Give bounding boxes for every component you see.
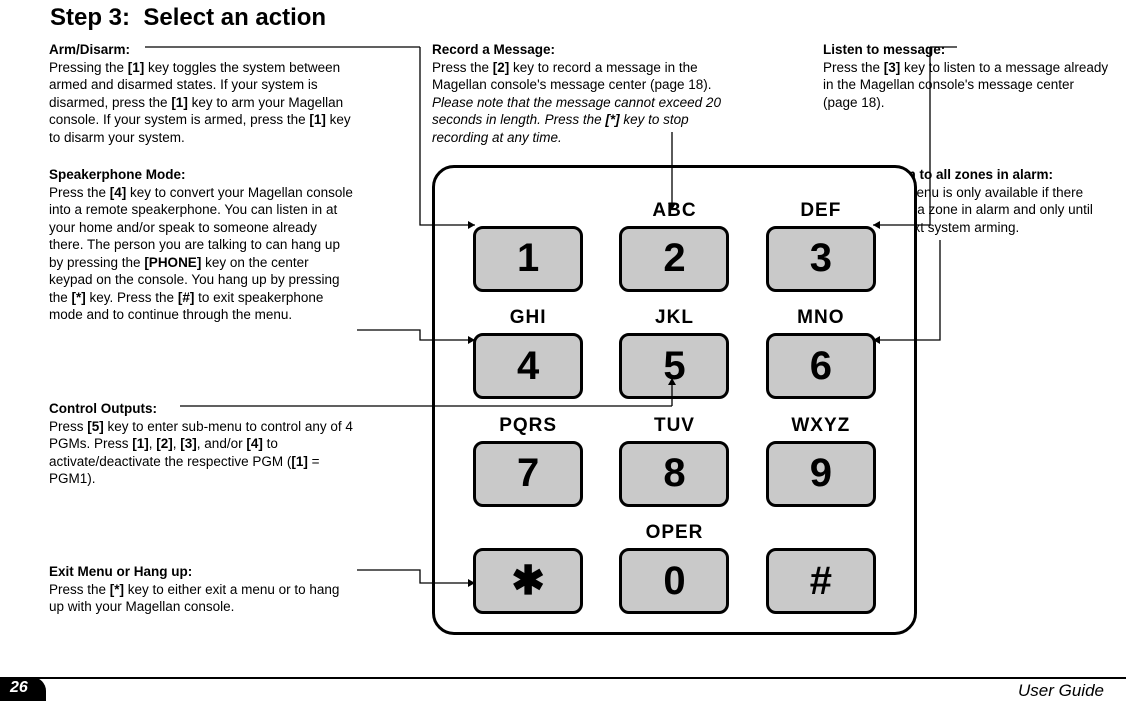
callout-body: Press the [3] key to listen to a message… bbox=[823, 60, 1108, 110]
key-hash[interactable]: # bbox=[766, 548, 876, 614]
key-3[interactable]: 3 bbox=[766, 226, 876, 292]
callout-heading: Record a Message: bbox=[432, 42, 555, 57]
key-8[interactable]: 8 bbox=[619, 441, 729, 507]
key-6[interactable]: 6 bbox=[766, 333, 876, 399]
footer-rule bbox=[0, 677, 1126, 679]
callout-body: Press the [4] key to convert your Magell… bbox=[49, 185, 353, 323]
callout-body: Press [5] key to enter sub-menu to contr… bbox=[49, 419, 353, 487]
key-star[interactable]: ✱ bbox=[473, 548, 583, 614]
callout-arm-disarm: Arm/Disarm: Pressing the [1] key toggles… bbox=[49, 41, 351, 146]
keypad-cell-4: GHI 4 bbox=[459, 300, 597, 400]
callout-listen-message: Listen to message: Press the [3] key to … bbox=[823, 41, 1109, 111]
callout-heading: Listen to message: bbox=[823, 42, 945, 57]
keypad-panel: 1 ABC 2 DEF 3 GHI 4 JKL 5 MNO 6 PQRS 7 T… bbox=[432, 165, 917, 635]
callout-heading: Speakerphone Mode: bbox=[49, 167, 186, 182]
callout-control-outputs: Control Outputs: Press [5] key to enter … bbox=[49, 400, 355, 488]
key-label: TUV bbox=[654, 415, 695, 437]
keypad-cell-7: PQRS 7 bbox=[459, 407, 597, 507]
callout-exit-menu: Exit Menu or Hang up: Press the [*] key … bbox=[49, 563, 355, 616]
key-9[interactable]: 9 bbox=[766, 441, 876, 507]
callout-body: Press the [*] key to either exit a menu … bbox=[49, 582, 339, 615]
keypad-cell-3: DEF 3 bbox=[752, 192, 890, 292]
keypad-cell-2: ABC 2 bbox=[605, 192, 743, 292]
keypad-cell-9: WXYZ 9 bbox=[752, 407, 890, 507]
key-5[interactable]: 5 bbox=[619, 333, 729, 399]
key-0[interactable]: 0 bbox=[619, 548, 729, 614]
key-label: WXYZ bbox=[791, 415, 850, 437]
page-number: 26 bbox=[0, 677, 46, 701]
callout-speakerphone: Speakerphone Mode: Press the [4] key to … bbox=[49, 166, 355, 324]
callout-heading: Arm/Disarm: bbox=[49, 42, 130, 57]
callout-body: Pressing the [1] key toggles the system … bbox=[49, 60, 351, 145]
keypad-cell-1: 1 bbox=[459, 192, 597, 292]
key-label: GHI bbox=[510, 307, 547, 329]
footer-label: User Guide bbox=[1018, 681, 1104, 701]
callout-body: Press the [2] key to record a message in… bbox=[432, 60, 721, 145]
callout-heading: Control Outputs: bbox=[49, 401, 157, 416]
callout-heading: Exit Menu or Hang up: bbox=[49, 564, 192, 579]
key-label: JKL bbox=[655, 307, 694, 329]
key-label: OPER bbox=[646, 522, 704, 544]
keypad-cell-8: TUV 8 bbox=[605, 407, 743, 507]
key-label: PQRS bbox=[499, 415, 557, 437]
callout-record-message: Record a Message: Press the [2] key to r… bbox=[432, 41, 735, 146]
key-label: MNO bbox=[797, 307, 844, 329]
key-4[interactable]: 4 bbox=[473, 333, 583, 399]
key-label: DEF bbox=[800, 200, 841, 222]
keypad-cell-hash: # bbox=[752, 515, 890, 615]
keypad-cell-star: ✱ bbox=[459, 515, 597, 615]
keypad-cell-6: MNO 6 bbox=[752, 300, 890, 400]
key-7[interactable]: 7 bbox=[473, 441, 583, 507]
key-label: ABC bbox=[652, 200, 696, 222]
keypad-grid: 1 ABC 2 DEF 3 GHI 4 JKL 5 MNO 6 PQRS 7 T… bbox=[459, 192, 890, 614]
key-1[interactable]: 1 bbox=[473, 226, 583, 292]
page-title: Step 3: Select an action bbox=[50, 4, 326, 32]
keypad-cell-0: OPER 0 bbox=[605, 515, 743, 615]
keypad-cell-5: JKL 5 bbox=[605, 300, 743, 400]
key-2[interactable]: 2 bbox=[619, 226, 729, 292]
